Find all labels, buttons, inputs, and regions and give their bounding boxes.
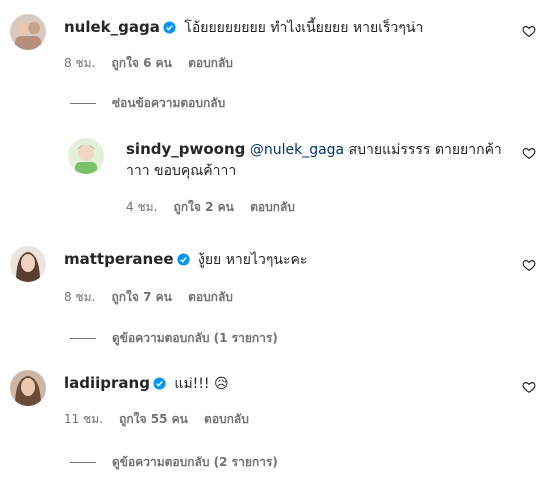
verified-badge-icon xyxy=(177,253,190,266)
comment-username[interactable]: mattperanee xyxy=(64,250,174,268)
comment-nulek-gaga: nulek_gaga โอ้ยยยยยยยย ทำไงเนี้ยยยย หายเ… xyxy=(0,0,540,120)
comment-time: 8 ชม. xyxy=(64,290,96,304)
comment-mattperanee: mattperanee งู้ยย หายไวๆนะคะ 8 ชม. ถูกใจ… xyxy=(0,240,540,350)
likes-count[interactable]: ถูกใจ 7 คน xyxy=(112,290,172,304)
heart-outline-icon[interactable] xyxy=(522,258,536,272)
divider xyxy=(70,338,96,339)
divider xyxy=(70,103,96,104)
comment-text-continued: าาา ขอบคุณค้าาา xyxy=(126,163,237,179)
comment-time: 4 ชม. xyxy=(126,200,158,214)
avatar[interactable] xyxy=(10,370,46,406)
divider xyxy=(70,462,96,463)
reply-button[interactable]: ตอบกลับ xyxy=(250,200,295,214)
likes-count[interactable]: ถูกใจ 2 คน xyxy=(174,200,234,214)
comment-username[interactable]: sindy_pwoong xyxy=(126,140,245,158)
heart-outline-icon[interactable] xyxy=(522,24,536,38)
comment-time: 8 ชม. xyxy=(64,56,96,70)
avatar[interactable] xyxy=(10,14,46,50)
avatar[interactable] xyxy=(10,246,46,282)
comment-text: แม่!!! 😥 xyxy=(174,376,229,392)
heart-outline-icon[interactable] xyxy=(522,146,536,160)
comment-time: 11 ชม. xyxy=(64,412,103,426)
avatar[interactable] xyxy=(68,138,104,174)
reply-sindy-pwoong: sindy_pwoong @nulek_gaga สบายแม่รรรร ตาย… xyxy=(0,120,540,220)
comment-text: งู้ยย หายไวๆนะคะ xyxy=(198,252,308,268)
likes-count[interactable]: ถูกใจ 55 คน xyxy=(119,412,188,426)
mention-link[interactable]: @nulek_gaga xyxy=(250,142,344,158)
reply-button[interactable]: ตอบกลับ xyxy=(204,412,249,426)
likes-count[interactable]: ถูกใจ 6 คน xyxy=(112,56,172,70)
comment-username[interactable]: ladiiprang xyxy=(64,374,150,392)
toggle-label: ดูข้อความตอบกลับ (2 รายการ) xyxy=(112,455,278,469)
reply-button[interactable]: ตอบกลับ xyxy=(188,56,233,70)
comment-ladiiprang: ladiiprang แม่!!! 😥 11 ชม. ถูกใจ 55 คน ต… xyxy=(0,360,540,477)
verified-badge-icon xyxy=(163,21,176,34)
comment-text: โอ้ยยยยยยยย ทำไงเนี้ยยยย หายเร็วๆน่า xyxy=(184,20,424,36)
view-replies-button[interactable]: ดูข้อความตอบกลับ (1 รายการ) xyxy=(70,329,278,348)
toggle-label: ซ่อนข้อความตอบกลับ xyxy=(112,96,226,110)
view-replies-button[interactable]: ดูข้อความตอบกลับ (2 รายการ) xyxy=(70,453,278,472)
comment-username[interactable]: nulek_gaga xyxy=(64,18,160,36)
toggle-label: ดูข้อความตอบกลับ (1 รายการ) xyxy=(112,331,278,345)
comment-text: สบายแม่รรรร ตายยากค้า xyxy=(348,142,502,158)
verified-badge-icon xyxy=(153,377,166,390)
hide-replies-button[interactable]: ซ่อนข้อความตอบกลับ xyxy=(70,94,225,113)
heart-outline-icon[interactable] xyxy=(522,380,536,394)
reply-button[interactable]: ตอบกลับ xyxy=(188,290,233,304)
